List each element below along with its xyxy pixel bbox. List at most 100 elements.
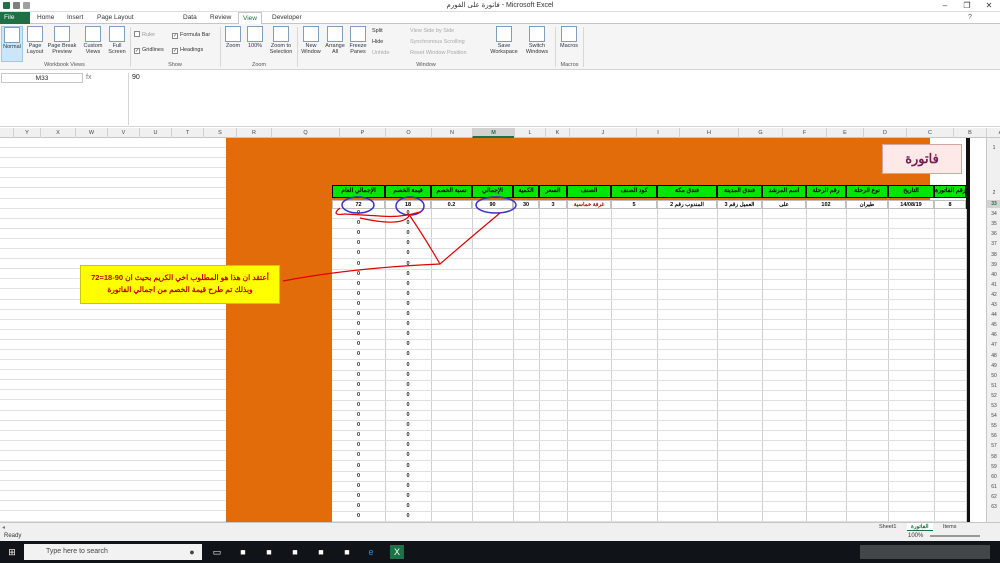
- row-header[interactable]: 57: [987, 442, 1000, 450]
- row-header[interactable]: 53: [987, 402, 1000, 410]
- name-box[interactable]: M33: [1, 73, 83, 83]
- row-header[interactable]: 58: [987, 453, 1000, 461]
- app-icon[interactable]: ■: [236, 545, 250, 559]
- row-header[interactable]: 36: [987, 230, 1000, 238]
- full-screen-button[interactable]: Full Screen: [106, 26, 128, 62]
- column-header[interactable]: S: [203, 128, 236, 138]
- column-header[interactable]: Q: [271, 128, 339, 138]
- column-header[interactable]: V: [107, 128, 139, 138]
- column-header[interactable]: W: [75, 128, 107, 138]
- row-header[interactable]: 41: [987, 281, 1000, 289]
- page-break-preview-button[interactable]: Page Break Preview: [47, 26, 77, 62]
- app-icon[interactable]: ■: [314, 545, 328, 559]
- column-header[interactable]: I: [636, 128, 679, 138]
- column-header[interactable]: Y: [13, 128, 40, 138]
- row-header[interactable]: 61: [987, 483, 1000, 491]
- switch-windows-button[interactable]: Switch Windows: [521, 26, 553, 62]
- close-button[interactable]: ✕: [978, 0, 1000, 12]
- minimize-button[interactable]: –: [934, 0, 956, 12]
- view-side-by-side-button[interactable]: View Side by Side: [410, 27, 454, 36]
- unhide-button[interactable]: Unhide: [372, 49, 389, 58]
- row-header[interactable]: 39: [987, 261, 1000, 269]
- synchronous-scrolling-button[interactable]: Synchronous Scrolling: [410, 38, 465, 47]
- column-header[interactable]: N: [431, 128, 472, 138]
- column-header[interactable]: G: [738, 128, 782, 138]
- tab-page-layout[interactable]: Page Layout: [93, 12, 138, 24]
- reset-window-position-button[interactable]: Reset Window Position: [410, 49, 467, 58]
- row-header[interactable]: 33: [987, 200, 1000, 208]
- row-header[interactable]: 62: [987, 493, 1000, 501]
- row-header[interactable]: 42: [987, 291, 1000, 299]
- column-header[interactable]: T: [171, 128, 203, 138]
- ruler-checkbox[interactable]: Ruler: [134, 31, 155, 39]
- row-header[interactable]: 48: [987, 352, 1000, 360]
- row-header[interactable]: 43: [987, 301, 1000, 309]
- column-header[interactable]: J: [569, 128, 636, 138]
- column-header[interactable]: X: [40, 128, 75, 138]
- row-header[interactable]: 55: [987, 422, 1000, 430]
- row-header[interactable]: 2: [987, 189, 1000, 197]
- column-header[interactable]: E: [826, 128, 863, 138]
- custom-views-button[interactable]: Custom Views: [81, 26, 105, 62]
- tab-home[interactable]: Home: [33, 12, 58, 24]
- column-header[interactable]: R: [236, 128, 271, 138]
- column-header[interactable]: C: [906, 128, 953, 138]
- row-header[interactable]: 40: [987, 271, 1000, 279]
- column-header[interactable]: L: [514, 128, 545, 138]
- column-header[interactable]: A: [986, 128, 1000, 138]
- app-icon[interactable]: ■: [288, 545, 302, 559]
- insert-function-icon[interactable]: fx: [86, 73, 126, 83]
- column-header[interactable]: D: [863, 128, 906, 138]
- scroll-left-icon[interactable]: ◂: [2, 524, 5, 531]
- tab-file[interactable]: File: [0, 12, 30, 24]
- column-header[interactable]: H: [679, 128, 738, 138]
- row-header[interactable]: 1: [987, 144, 1000, 152]
- formula-bar-checkbox[interactable]: ✓ Formula Bar: [172, 31, 210, 39]
- column-header[interactable]: O: [385, 128, 431, 138]
- zoom-100-button[interactable]: 100%: [245, 26, 265, 62]
- headings-checkbox[interactable]: ✓ Headings: [172, 46, 203, 54]
- gridlines-checkbox[interactable]: ✓ Gridlines: [134, 46, 164, 54]
- row-header[interactable]: 38: [987, 251, 1000, 259]
- tab-review[interactable]: Review: [206, 12, 235, 24]
- tab-data[interactable]: Data: [179, 12, 201, 24]
- column-header[interactable]: U: [139, 128, 171, 138]
- formula-input[interactable]: 90: [128, 73, 988, 125]
- split-button[interactable]: Split: [372, 27, 383, 36]
- app-icon[interactable]: ■: [262, 545, 276, 559]
- macros-button[interactable]: Macros: [557, 26, 581, 62]
- row-header[interactable]: 34: [987, 210, 1000, 218]
- row-header[interactable]: 51: [987, 382, 1000, 390]
- column-header[interactable]: P: [339, 128, 385, 138]
- column-header[interactable]: B: [953, 128, 986, 138]
- tab-insert[interactable]: Insert: [63, 12, 87, 24]
- excel-icon[interactable]: X: [390, 545, 404, 559]
- zoom-button[interactable]: Zoom: [222, 26, 244, 62]
- new-window-button[interactable]: New Window: [299, 26, 323, 62]
- row-header[interactable]: 45: [987, 321, 1000, 329]
- zoom-to-selection-button[interactable]: Zoom to Selection: [266, 26, 296, 62]
- row-header[interactable]: 49: [987, 362, 1000, 370]
- row-header[interactable]: 63: [987, 503, 1000, 511]
- start-icon[interactable]: ⊞: [5, 545, 19, 559]
- column-header[interactable]: K: [545, 128, 569, 138]
- column-header[interactable]: F: [782, 128, 826, 138]
- row-header[interactable]: 44: [987, 311, 1000, 319]
- normal-view-button[interactable]: Normal: [1, 26, 23, 62]
- row-header[interactable]: 35: [987, 220, 1000, 228]
- system-tray[interactable]: [860, 545, 990, 559]
- microphone-icon[interactable]: ●: [185, 545, 199, 559]
- column-header[interactable]: M: [472, 128, 514, 138]
- row-header[interactable]: 46: [987, 331, 1000, 339]
- zoom-level[interactable]: 100%: [908, 531, 923, 541]
- row-header[interactable]: 56: [987, 432, 1000, 440]
- save-workspace-button[interactable]: Save Workspace: [488, 26, 520, 62]
- row-header[interactable]: 52: [987, 392, 1000, 400]
- row-header[interactable]: 54: [987, 412, 1000, 420]
- row-header[interactable]: 50: [987, 372, 1000, 380]
- freeze-panes-button[interactable]: Freeze Panes: [347, 26, 369, 62]
- tab-developer[interactable]: Developer: [268, 12, 306, 24]
- arrange-all-button[interactable]: Arrange All: [323, 26, 347, 62]
- page-layout-view-button[interactable]: Page Layout: [24, 26, 46, 62]
- app-icon[interactable]: ■: [340, 545, 354, 559]
